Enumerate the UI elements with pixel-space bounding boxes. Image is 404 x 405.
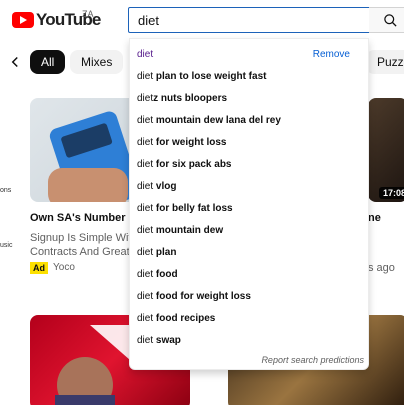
- search-button[interactable]: [369, 7, 404, 33]
- chip-mixes[interactable]: Mixes: [70, 50, 124, 74]
- suggestion-item[interactable]: diet vlog: [130, 176, 370, 198]
- video-meta: s ago: [368, 262, 395, 274]
- suggestion-item[interactable]: diet food: [130, 264, 370, 286]
- chip-all[interactable]: All: [30, 50, 66, 74]
- suggestion-item[interactable]: diet for weight loss: [130, 132, 370, 154]
- country-code: ZA: [82, 9, 94, 19]
- ad-badge: Ad: [30, 262, 48, 274]
- search-box[interactable]: [128, 7, 370, 33]
- suggestion-item[interactable]: dietz nuts bloopers: [130, 88, 370, 110]
- suggestion-item[interactable]: diet mountain dew lana del rey: [130, 110, 370, 132]
- report-search-predictions-link[interactable]: Report search predictions: [261, 355, 364, 365]
- video-description: Signup Is Simple With: [30, 232, 138, 244]
- channel-name[interactable]: Yoco: [53, 262, 75, 273]
- remove-history-link[interactable]: Remove: [313, 49, 350, 60]
- suggestion-item[interactable]: diet mountain dew: [130, 220, 370, 242]
- masthead: YouTube ZA: [0, 0, 404, 40]
- sidebar-fragment[interactable]: usic: [0, 242, 12, 249]
- suggestion-item[interactable]: diet for belly fat loss: [130, 198, 370, 220]
- suggestion-item[interactable]: diet for six pack abs: [130, 154, 370, 176]
- suggestion-item[interactable]: diet food for weight loss: [130, 286, 370, 308]
- suggestion-item[interactable]: diet plan: [130, 242, 370, 264]
- search-icon: [384, 14, 397, 27]
- chip-puzzle[interactable]: Puzzle: [366, 50, 404, 74]
- video-duration: 17:08: [379, 187, 404, 199]
- chevron-left-icon[interactable]: [6, 53, 24, 71]
- search-input[interactable]: [129, 8, 369, 32]
- suggestion-item[interactable]: diet swap: [130, 330, 370, 352]
- suggestion-item[interactable]: diet plan to lose weight fast: [130, 66, 370, 88]
- play-icon: [12, 12, 34, 28]
- suggestion-item[interactable]: diet food recipes: [130, 308, 370, 330]
- video-description: Contracts And Great C: [30, 246, 141, 258]
- sidebar-fragment[interactable]: ons: [0, 187, 11, 194]
- search-suggestions-dropdown: diet Remove diet plan to lose weight fas…: [129, 38, 369, 370]
